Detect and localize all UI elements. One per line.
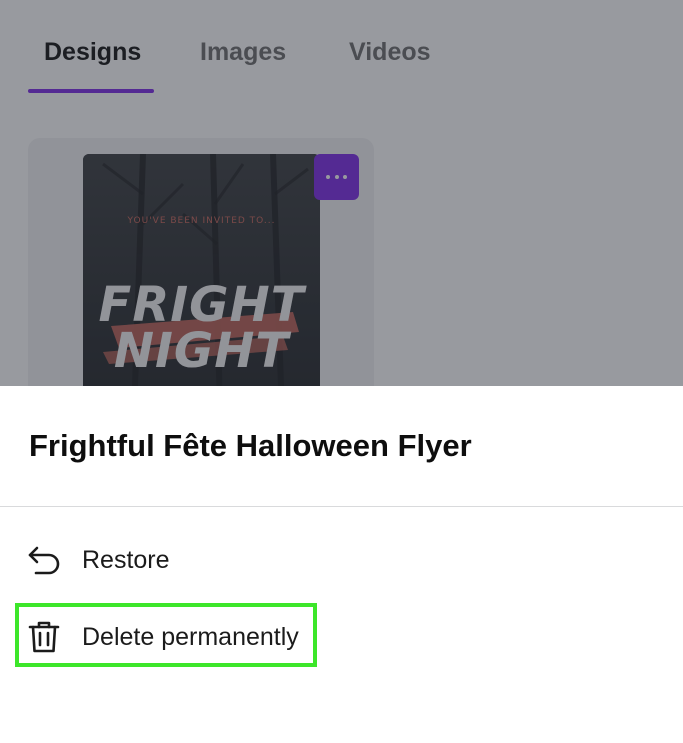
- restore-button[interactable]: Restore: [26, 537, 346, 579]
- sheet-title: Frightful Fête Halloween Flyer: [29, 428, 472, 463]
- undo-icon: [26, 542, 62, 578]
- bottom-sheet: Frightful Fête Halloween Flyer Restore D…: [0, 386, 683, 743]
- restore-label: Restore: [82, 546, 170, 574]
- highlight-box: [15, 603, 317, 667]
- sheet-divider: [0, 506, 683, 507]
